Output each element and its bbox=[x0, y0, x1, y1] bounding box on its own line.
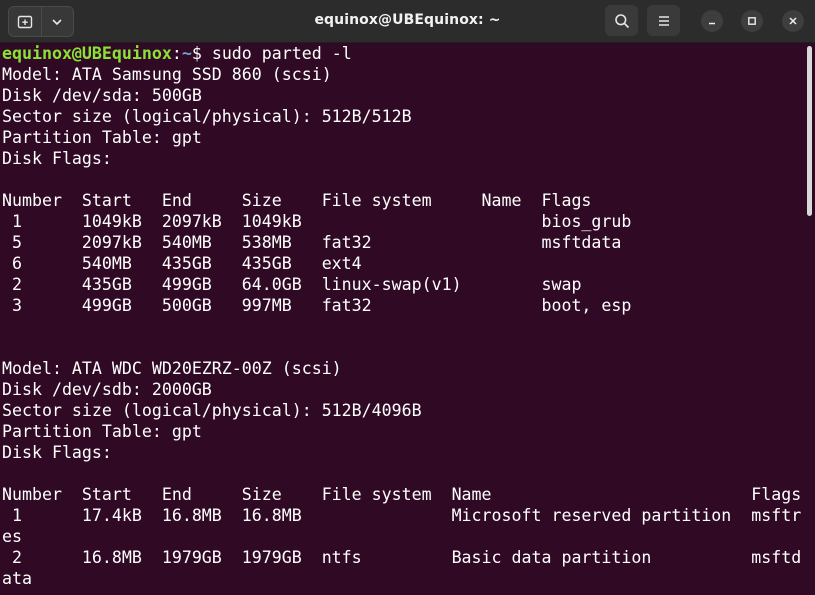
prompt-command: sudo parted -l bbox=[211, 44, 352, 63]
terminal-output[interactable]: equinox@UBEquinox:~$ sudo parted -l Model… bbox=[0, 43, 805, 595]
output-line: 2 435GB 499GB 64.0GB linux-swap(v1) swap bbox=[2, 275, 582, 294]
output-line: es bbox=[2, 527, 22, 546]
output-line: Sector size (logical/physical): 512B/409… bbox=[2, 401, 422, 420]
prompt-symbol: $ bbox=[191, 44, 212, 63]
prompt-path: ~ bbox=[181, 44, 192, 63]
menu-button[interactable] bbox=[647, 5, 680, 36]
maximize-icon bbox=[747, 16, 757, 26]
output-line: Number Start End Size File system Name F… bbox=[2, 485, 802, 504]
window-title: equinox@UBEquinox: ~ bbox=[314, 12, 501, 28]
output-line: Model: ATA WDC WD20EZRZ-00Z (scsi) bbox=[2, 359, 342, 378]
output-line: Disk Flags: bbox=[2, 149, 122, 168]
output-line: Sector size (logical/physical): 512B/512… bbox=[2, 107, 412, 126]
output-line: 5 2097kB 540MB 538MB fat32 msftdata bbox=[2, 233, 622, 252]
output-line: Disk Flags: bbox=[2, 443, 122, 462]
output-line: Disk /dev/sdb: 2000GB bbox=[2, 380, 212, 399]
prompt-user-host: equinox@UBEquinox bbox=[2, 44, 172, 63]
minimize-button[interactable] bbox=[701, 10, 723, 32]
close-icon bbox=[788, 16, 798, 26]
close-button[interactable] bbox=[782, 10, 804, 32]
minimize-icon bbox=[707, 16, 717, 26]
output-line: 1 1049kB 2097kB 1049kB bios_grub bbox=[2, 212, 632, 231]
terminal-window: equinox@UBEquinox: ~ equinox@UBEquinox:~… bbox=[0, 0, 815, 595]
output-line: Disk /dev/sda: 500GB bbox=[2, 86, 202, 105]
output-line: ata bbox=[2, 569, 32, 588]
vertical-scrollbar[interactable] bbox=[805, 43, 815, 595]
search-icon bbox=[614, 13, 630, 29]
output-line: 3 499GB 500GB 997MB fat32 boot, esp bbox=[2, 296, 632, 315]
prompt-line: equinox@UBEquinox:~$ sudo parted -l bbox=[2, 43, 805, 64]
output-line: 6 540MB 435GB 435GB ext4 bbox=[2, 254, 362, 273]
output-line: Partition Table: gpt bbox=[2, 128, 202, 147]
prompt-separator: : bbox=[171, 44, 182, 63]
output-line: 2 16.8MB 1979GB 1979GB ntfs Basic data p… bbox=[2, 548, 802, 567]
output-line: Number Start End Size File system Name F… bbox=[2, 191, 592, 210]
hamburger-menu-icon bbox=[657, 14, 671, 28]
maximize-button[interactable] bbox=[741, 10, 763, 32]
output-line: Model: ATA Samsung SSD 860 (scsi) bbox=[2, 65, 332, 84]
output-line: Partition Table: gpt bbox=[2, 422, 202, 441]
scrollbar-thumb[interactable] bbox=[807, 46, 812, 216]
output-line: 1 17.4kB 16.8MB 16.8MB Microsoft reserve… bbox=[2, 506, 802, 525]
title-bar: equinox@UBEquinox: ~ bbox=[0, 0, 815, 43]
search-button[interactable] bbox=[605, 5, 638, 36]
